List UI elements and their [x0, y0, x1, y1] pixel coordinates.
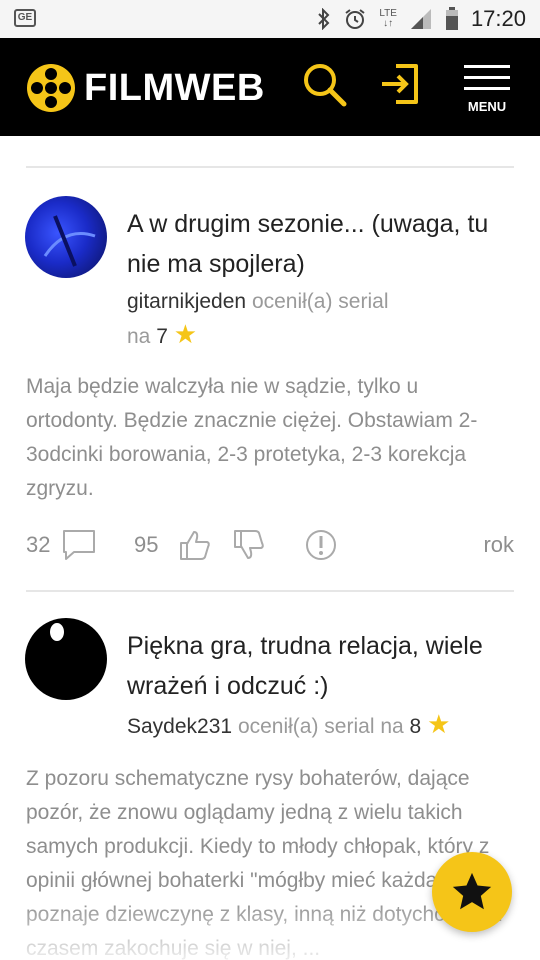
- review-title[interactable]: Piękna gra, trudna relacja, wiele wrażeń…: [127, 626, 507, 706]
- like-count: 95: [134, 532, 159, 557]
- review-age: rok: [483, 532, 514, 557]
- data-arrows-icon: ↓↑: [383, 18, 394, 29]
- avatar-image: [43, 215, 96, 267]
- divider: [26, 166, 514, 168]
- app-header: FILMWEB MENU: [0, 38, 540, 136]
- review-actions: 32 95 rok: [26, 526, 514, 566]
- comment-icon[interactable]: [62, 528, 96, 562]
- avatar[interactable]: [25, 196, 107, 278]
- hamburger-icon: [464, 65, 510, 90]
- review-author[interactable]: Saydek231: [127, 715, 232, 738]
- rate-fab-button[interactable]: [432, 852, 512, 932]
- report-icon[interactable]: [304, 528, 338, 562]
- rated-text: ocenił(a) serial: [251, 290, 389, 313]
- star-icon: ★: [427, 709, 451, 739]
- review-meta: Saydek231 ocenił(a) serial na 8 ★: [127, 708, 527, 743]
- signal-icon: [410, 9, 431, 29]
- avatar[interactable]: [25, 618, 107, 700]
- logo-text: FILMWEB: [84, 66, 265, 109]
- login-icon[interactable]: [380, 62, 420, 106]
- alarm-icon: [345, 9, 365, 29]
- status-bar: GE LTE ↓↑ 17:20: [0, 0, 540, 38]
- bluetooth-icon: [318, 8, 330, 30]
- review-meta: gitarnikjeden ocenił(a) serial na 7 ★: [127, 286, 507, 353]
- thumbs-down-icon[interactable]: [232, 528, 266, 562]
- review-title[interactable]: A w drugim sezonie... (uwaga, tu nie ma …: [127, 204, 507, 284]
- star-icon: [452, 872, 492, 910]
- star-icon: ★: [173, 319, 198, 349]
- review-author[interactable]: gitarnikjeden: [127, 290, 246, 313]
- rated-text: ocenił(a) serial: [237, 715, 375, 738]
- rated-prefix: na: [380, 715, 404, 738]
- review-body[interactable]: Maja będzie walczyła nie w sądzie, tylko…: [26, 370, 506, 506]
- divider: [26, 590, 514, 592]
- menu-button[interactable]: MENU: [464, 64, 510, 114]
- rating-value: 7: [156, 325, 168, 348]
- clock: 17:20: [470, 6, 526, 31]
- rated-prefix: na: [127, 325, 151, 348]
- menu-label: MENU: [467, 99, 507, 114]
- network-indicator: LTE ↓↑: [379, 9, 397, 29]
- battery-icon: [445, 7, 458, 30]
- comment-count: 32: [26, 532, 51, 557]
- notification-icon: GE: [14, 9, 36, 27]
- avatar-image: [50, 623, 64, 641]
- thumbs-up-icon[interactable]: [178, 528, 212, 562]
- review-body[interactable]: Z pozoru schematyczne rysy bohaterów, da…: [26, 762, 506, 960]
- search-icon[interactable]: [302, 62, 348, 108]
- film-reel-icon: [27, 64, 75, 112]
- filmweb-logo[interactable]: FILMWEB: [26, 63, 265, 113]
- rating-value: 8: [409, 715, 422, 738]
